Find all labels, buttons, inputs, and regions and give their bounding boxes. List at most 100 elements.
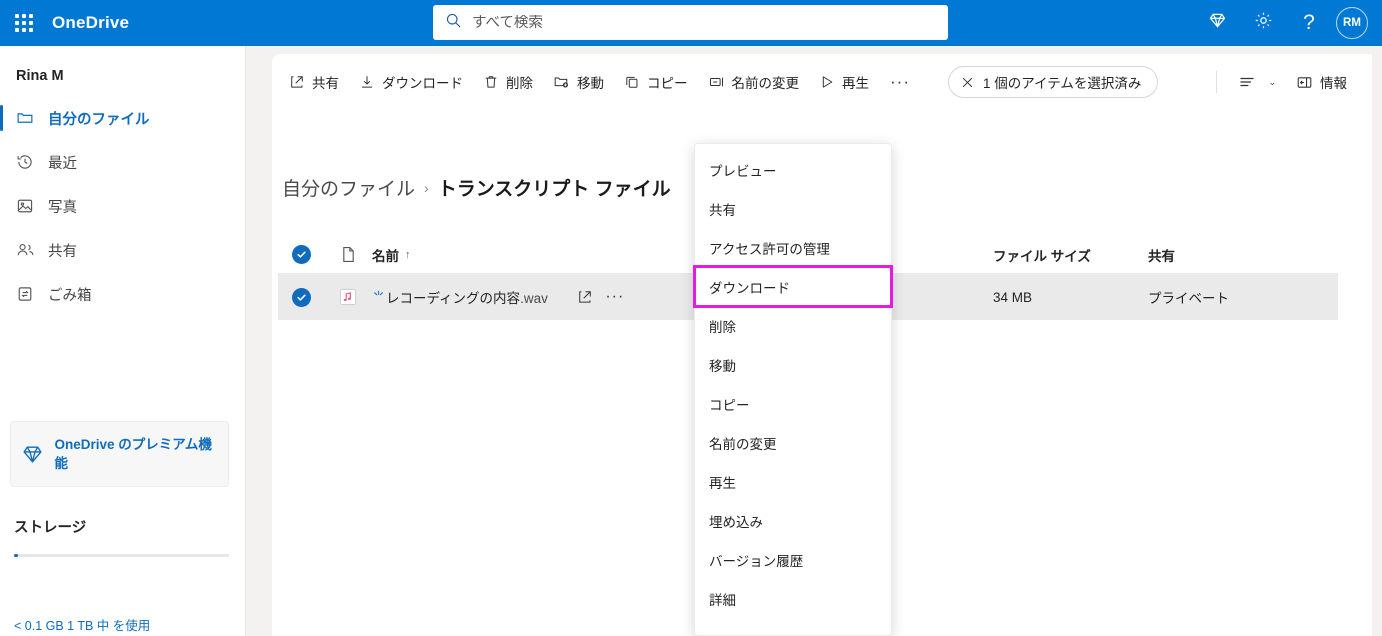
info-panel-icon [1296, 75, 1313, 90]
info-panel-label: 情報 [1320, 76, 1347, 91]
sidebar-item-recycle-bin[interactable]: ごみ箱 [0, 272, 245, 316]
settings-button[interactable] [1240, 0, 1286, 46]
row-name-cell[interactable]: レコーディングの内容.wav ··· [372, 283, 731, 311]
chevron-down-icon: ⌄ [1268, 76, 1276, 87]
rename-icon [708, 74, 725, 90]
move-folder-icon [553, 74, 570, 90]
app-launcher-icon [15, 14, 33, 32]
column-header-size[interactable]: ファイル サイズ [993, 245, 1148, 265]
brand-title[interactable]: OneDrive [52, 13, 129, 33]
breadcrumb-root[interactable]: 自分のファイル [282, 174, 415, 201]
sidebar-item-recent[interactable]: 最近 [0, 140, 245, 184]
select-all-checkbox[interactable] [278, 245, 324, 264]
sidebar-item-shared[interactable]: 共有 [0, 228, 245, 272]
photo-icon [16, 197, 38, 215]
sidebar-item-label: 最近 [48, 155, 77, 172]
new-sparkle-icon [372, 290, 385, 305]
file-name-text: レコーディングの内容 [386, 291, 521, 306]
file-extension: .wav [520, 291, 548, 306]
download-icon [359, 74, 375, 90]
top-bar-actions: ? RM [1194, 0, 1376, 46]
avatar[interactable]: RM [1336, 7, 1368, 39]
file-type-column-icon[interactable] [324, 246, 372, 263]
settings-gear-icon [1253, 10, 1274, 36]
search-icon [445, 12, 462, 34]
row-sharing-cell: プライベート [1148, 291, 1229, 306]
breadcrumb-separator: › [424, 179, 429, 196]
clock-history-icon [16, 153, 38, 171]
view-switcher-button[interactable]: ⌄ [1229, 65, 1285, 99]
storage-progress-bar [14, 554, 229, 557]
sort-ascending-icon: ↑ [405, 248, 411, 261]
context-menu-item-copy[interactable]: コピー [695, 384, 891, 423]
premium-diamond-icon [1207, 10, 1228, 36]
checkbox-checked-icon [291, 287, 311, 307]
context-menu-item-rename[interactable]: 名前の変更 [695, 423, 891, 462]
recycle-bin-icon [16, 285, 38, 303]
row-more-options-icon[interactable]: ··· [600, 283, 630, 311]
toolbar-label: 削除 [506, 76, 533, 91]
row-actions: ··· [570, 283, 630, 311]
copy-icon [624, 74, 640, 90]
app-launcher-button[interactable] [0, 0, 48, 46]
context-menu-item-version-history[interactable]: バージョン履歴 [695, 540, 891, 579]
sidebar-item-my-files[interactable]: 自分のファイル [0, 96, 245, 140]
premium-upsell-label: OneDrive のプレミアム機能 [54, 437, 212, 471]
sidebar-item-label: 共有 [48, 243, 77, 260]
row-size-cell: 34 MB [993, 289, 1033, 305]
column-header-name[interactable]: 名前 ↑ [372, 245, 731, 265]
toolbar-rename-button[interactable]: 名前の変更 [699, 65, 809, 99]
search-box[interactable] [433, 5, 948, 40]
play-icon [819, 74, 835, 90]
row-share-icon[interactable] [570, 283, 600, 311]
toolbar-delete-button[interactable]: 削除 [474, 65, 542, 99]
toolbar-divider [1216, 71, 1218, 93]
column-header-sharing[interactable]: 共有 [1148, 245, 1338, 265]
toolbar-play-button[interactable]: 再生 [810, 65, 878, 99]
sidebar-item-photos[interactable]: 写真 [0, 184, 245, 228]
premium-upsell-card[interactable]: OneDrive のプレミアム機能 [10, 421, 229, 487]
file-name-link[interactable]: レコーディングの内容.wav [386, 287, 548, 307]
toolbar-label: コピー [647, 76, 688, 91]
folder-icon [16, 109, 38, 127]
toolbar-overflow-button[interactable]: ··· [880, 65, 920, 99]
search-input[interactable] [472, 14, 936, 31]
storage-usage-text: < 0.1 GB 1 TB 中 を使用 [14, 619, 151, 633]
command-bar: 共有 ダウンロード 削除 移動 コピー 名前の変更 再生 ··· 1 個のアイテ… [272, 54, 1372, 110]
audio-wav-icon [324, 287, 372, 307]
breadcrumb: 自分のファイル › トランスクリプト ファイル [282, 174, 671, 201]
selection-count-pill[interactable]: 1 個のアイテムを選択済み [947, 66, 1159, 98]
context-menu-item-preview[interactable]: プレビュー [695, 150, 891, 189]
close-icon[interactable] [961, 76, 974, 89]
help-question-icon: ? [1303, 11, 1315, 34]
sidebar: Rina M 自分のファイル 最近 写真 共有 ごみ箱 OneDrive のプレ… [0, 46, 246, 636]
toolbar-share-button[interactable]: 共有 [280, 65, 348, 99]
list-view-icon [1238, 75, 1256, 89]
toolbar-label: 再生 [842, 76, 869, 91]
row-checkbox[interactable] [278, 287, 324, 307]
context-menu-item-play[interactable]: 再生 [695, 462, 891, 501]
context-menu-item-download[interactable]: ダウンロード [693, 265, 893, 308]
info-panel-button[interactable]: 情報 [1287, 65, 1356, 99]
storage-heading: ストレージ [14, 520, 87, 536]
sidebar-item-label: 写真 [48, 199, 77, 216]
share-icon [289, 74, 305, 90]
toolbar-label: 名前の変更 [731, 76, 800, 91]
toolbar-move-button[interactable]: 移動 [544, 65, 613, 99]
help-button[interactable]: ? [1286, 0, 1332, 46]
toolbar-download-button[interactable]: ダウンロード [350, 65, 472, 99]
context-menu-item-move[interactable]: 移動 [695, 345, 891, 384]
column-header-name-label: 名前 [372, 248, 399, 264]
breadcrumb-current: トランスクリプト ファイル [437, 179, 671, 200]
premium-button[interactable] [1194, 0, 1240, 46]
context-menu-item-embed[interactable]: 埋め込み [695, 501, 891, 540]
sidebar-item-label: 自分のファイル [48, 111, 150, 128]
context-menu-item-share[interactable]: 共有 [695, 189, 891, 228]
column-header-size-label: ファイル サイズ [993, 248, 1091, 264]
context-menu-item-details[interactable]: 詳細 [695, 579, 891, 618]
toolbar-label: 移動 [577, 76, 604, 91]
toolbar-copy-button[interactable]: コピー [615, 65, 697, 99]
column-header-sharing-label: 共有 [1148, 248, 1175, 264]
context-menu-item-manage-access[interactable]: アクセス許可の管理 [695, 228, 891, 267]
context-menu-item-delete[interactable]: 削除 [695, 306, 891, 345]
